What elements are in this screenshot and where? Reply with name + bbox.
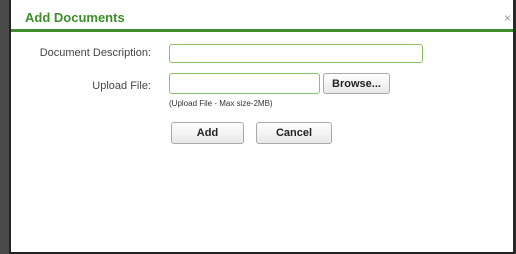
upload-file-label: Upload File: <box>92 80 151 92</box>
cancel-button[interactable]: Cancel <box>256 122 332 144</box>
close-icon[interactable]: × <box>504 12 511 24</box>
add-button[interactable]: Add <box>171 122 244 144</box>
page-edge-left <box>0 0 9 254</box>
add-documents-dialog: Add Documents × Document Description: Up… <box>9 0 513 254</box>
upload-file-input[interactable] <box>169 73 320 94</box>
dialog-title: Add Documents <box>25 10 125 25</box>
document-description-label: Document Description: <box>39 47 151 59</box>
browse-button[interactable]: Browse... <box>323 73 390 94</box>
upload-size-hint: (Upload File - Max size-2MB) <box>169 99 273 108</box>
dialog-titlebar: Add Documents × <box>11 0 513 32</box>
document-description-input[interactable] <box>169 44 423 63</box>
